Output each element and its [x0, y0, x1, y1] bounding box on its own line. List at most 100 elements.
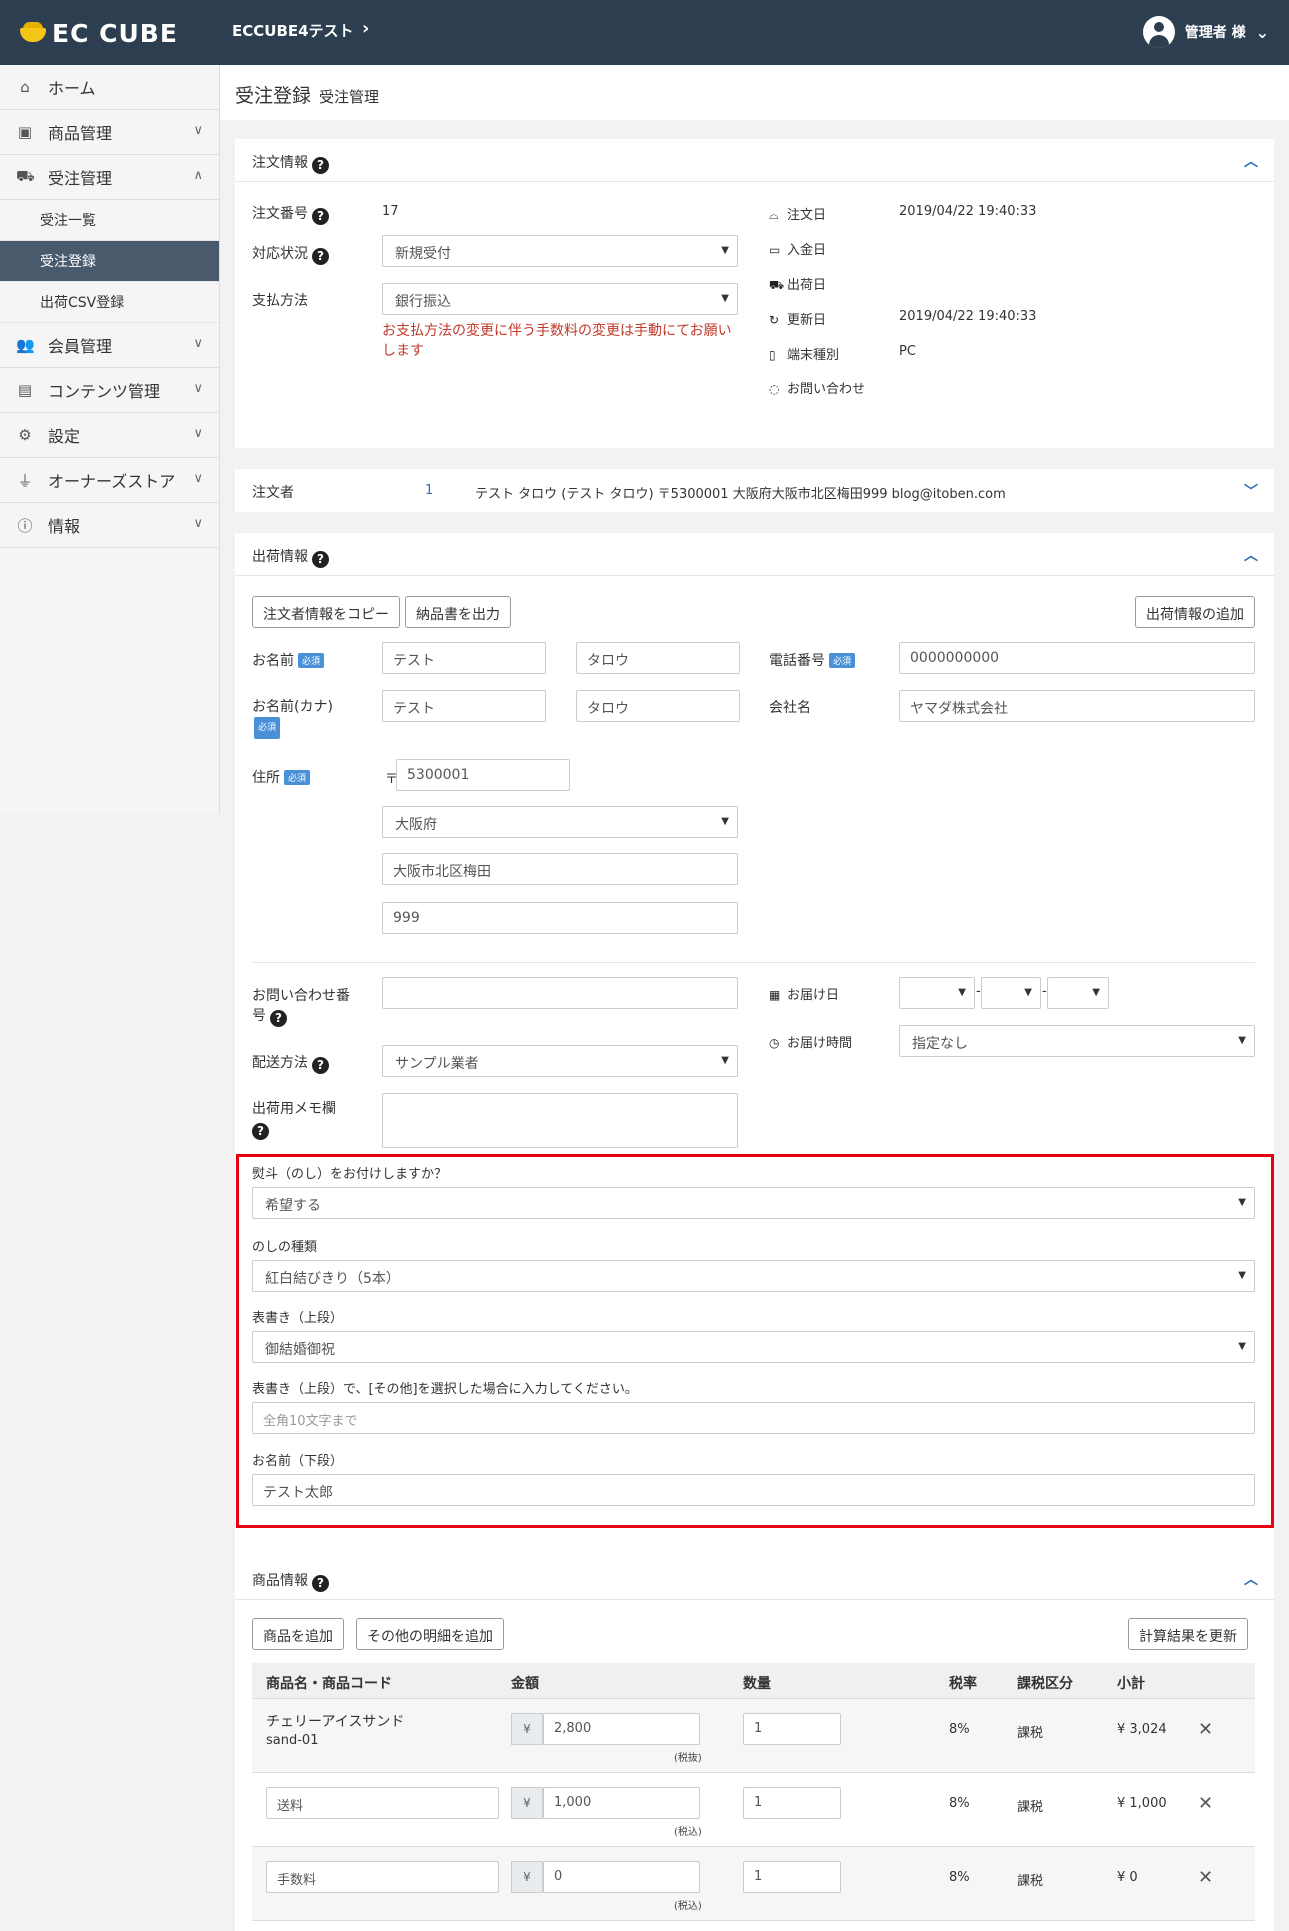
user-avatar-icon	[1142, 16, 1175, 48]
tax-note: (税抜)	[674, 1753, 702, 1764]
chevron-down-icon[interactable]: ⌄	[1256, 23, 1269, 42]
chevron-up-icon[interactable]: ︿	[1244, 1569, 1258, 1589]
name-label: お名前 必須	[252, 650, 325, 670]
item-name-input[interactable]: 送料	[266, 1787, 499, 1819]
add-shipping-button[interactable]: 出荷情報の追加	[1135, 596, 1255, 628]
customer-card[interactable]: 注文者 1 テスト タロウ (テスト タロウ) 〒5300001 大阪府大阪市北…	[235, 469, 1274, 512]
delivery-time-label: ◷ お届け時間	[769, 1032, 852, 1051]
first-name-input[interactable]: タロウ	[576, 642, 740, 674]
delivery-month-select[interactable]: ▼	[981, 977, 1041, 1009]
chevron-up-icon[interactable]: ︿	[1244, 545, 1258, 565]
order-info-header[interactable]: 注文情報? ︿	[235, 139, 1274, 182]
status-select[interactable]: 新規受付 ▼	[382, 235, 738, 267]
postal-code-input[interactable]: 5300001	[396, 759, 570, 791]
quantity-input[interactable]: 1	[743, 1713, 841, 1745]
card-title: 出荷情報?	[252, 546, 329, 568]
prefecture-select[interactable]: 大阪府 ▼	[382, 806, 738, 838]
sidebar-item-home[interactable]: ⌂ ホーム	[0, 65, 219, 110]
copy-customer-button[interactable]: 注文者情報をコピー	[252, 596, 400, 628]
table-row: チェリーアイスサンド sand-01 ¥ 2,800 (税抜) 1 8% 課税 …	[252, 1699, 1255, 1773]
ec-cube-logo[interactable]: EC CUBE	[20, 17, 178, 49]
payment-select[interactable]: 銀行振込 ▼	[382, 283, 738, 315]
products-header[interactable]: 商品情報? ︿	[235, 1557, 1274, 1600]
shop-name-link[interactable]: ECCUBE4テスト	[232, 20, 354, 41]
table-row: 送料 ¥ 1,000 (税込) 1 8% 課税 ¥ 1,000 ✕	[252, 1773, 1255, 1847]
help-icon[interactable]: ?	[252, 1123, 269, 1140]
sidebar-item-info[interactable]: ⓘ 情報 ∨	[0, 503, 219, 548]
sidebar-sub-order-list[interactable]: 受注一覧	[0, 200, 219, 241]
add-other-item-button[interactable]: その他の明細を追加	[356, 1618, 504, 1650]
sidebar-item-label: 設定	[48, 427, 81, 446]
sidebar-item-orders[interactable]: ⛟ 受注管理 ∧	[0, 155, 219, 200]
price-input[interactable]: 0	[543, 1861, 700, 1893]
chevron-right-icon[interactable]: ›	[362, 18, 369, 39]
memo-textarea[interactable]	[382, 1093, 738, 1148]
item-name-input[interactable]: 手数料	[266, 1861, 499, 1893]
order-date-value: 2019/04/22 19:40:33	[899, 204, 1037, 219]
delivery-day-select[interactable]: ▼	[1047, 977, 1109, 1009]
city-input[interactable]: 大阪市北区梅田	[382, 853, 738, 885]
select-value: 指定なし	[912, 1036, 968, 1052]
help-icon[interactable]: ?	[312, 157, 329, 174]
tax-note: (税込)	[674, 1827, 702, 1838]
delivery-note-button[interactable]: 納品書を出力	[405, 596, 511, 628]
help-icon[interactable]: ?	[312, 1057, 329, 1074]
chevron-up-icon[interactable]: ︿	[1244, 151, 1258, 171]
user-menu[interactable]: 管理者 様 ⌄	[1142, 16, 1269, 48]
inbox-icon: ⌓	[769, 208, 779, 222]
column-header: 税率	[949, 1676, 977, 1692]
last-name-input[interactable]: テスト	[382, 642, 546, 674]
update-date-label: ↻ 更新日	[769, 309, 826, 328]
help-icon[interactable]: ?	[312, 551, 329, 568]
price-input[interactable]: 1,000	[543, 1787, 700, 1819]
sidebar-item-members[interactable]: 👥 会員管理 ∨	[0, 323, 219, 368]
delivery-time-select[interactable]: 指定なし ▼	[899, 1025, 1255, 1057]
quantity-input[interactable]: 1	[743, 1861, 841, 1893]
sidebar-item-settings[interactable]: ⚙ 設定 ∨	[0, 413, 219, 458]
chevron-up-icon: ∧	[193, 168, 203, 183]
users-icon: 👥	[16, 336, 35, 354]
help-icon[interactable]: ?	[270, 1010, 287, 1027]
delete-icon[interactable]: ✕	[1198, 1793, 1213, 1814]
sidebar-sub-shipping-csv[interactable]: 出荷CSV登録	[0, 282, 219, 323]
noshi-highlight-box	[236, 1154, 1274, 1528]
sidebar-item-label: 会員管理	[48, 337, 113, 356]
tax-note: (税込)	[674, 1901, 702, 1912]
delivery-date-label: ▦ お届け日	[769, 984, 839, 1003]
chevron-down-icon: ∨	[193, 471, 203, 486]
label-text: 対応状況	[252, 246, 308, 262]
price-input[interactable]: 2,800	[543, 1713, 700, 1745]
sidebar-item-owners-store[interactable]: ⏚ オーナーズストア ∨	[0, 458, 219, 503]
help-icon[interactable]: ?	[312, 208, 329, 225]
tax-type: 課税	[1017, 1800, 1044, 1815]
delivery-method-select[interactable]: サンプル業者 ▼	[382, 1045, 738, 1077]
address2-input[interactable]: 999	[382, 902, 738, 934]
last-kana-input[interactable]: テスト	[382, 690, 546, 722]
product-name-link[interactable]: チェリーアイスサンド	[266, 1711, 404, 1731]
add-product-button[interactable]: 商品を追加	[252, 1618, 344, 1650]
caret-down-icon: ▼	[721, 1055, 729, 1066]
delete-icon[interactable]: ✕	[1198, 1867, 1213, 1888]
device-value: PC	[899, 344, 916, 359]
chevron-down-icon[interactable]: ﹀	[1244, 481, 1258, 501]
delivery-year-select[interactable]: ▼	[899, 977, 975, 1009]
first-kana-input[interactable]: タロウ	[576, 690, 740, 722]
quantity-input[interactable]: 1	[743, 1787, 841, 1819]
recalculate-button[interactable]: 計算結果を更新	[1128, 1618, 1248, 1650]
sidebar-sub-order-register[interactable]: 受注登録	[0, 241, 219, 282]
customer-id-link[interactable]: 1	[425, 483, 433, 498]
phone-input[interactable]: 0000000000	[899, 642, 1255, 674]
help-icon[interactable]: ?	[312, 248, 329, 265]
delete-icon[interactable]: ✕	[1198, 1719, 1213, 1740]
sidebar-item-products[interactable]: ▣ 商品管理 ∨	[0, 110, 219, 155]
label-text: お問い合わせ番	[252, 988, 350, 1004]
tax-type: 課税	[1017, 1874, 1044, 1889]
order-no-label: 注文番号?	[252, 203, 329, 225]
company-input[interactable]: ヤマダ株式会社	[899, 690, 1255, 722]
label-text: お届け時間	[787, 1036, 853, 1051]
shipping-header[interactable]: 出荷情報? ︿	[235, 533, 1274, 576]
tracking-input[interactable]	[382, 977, 738, 1009]
select-value: 銀行振込	[395, 294, 451, 310]
help-icon[interactable]: ?	[312, 1575, 329, 1592]
sidebar-item-contents[interactable]: ▤ コンテンツ管理 ∨	[0, 368, 219, 413]
